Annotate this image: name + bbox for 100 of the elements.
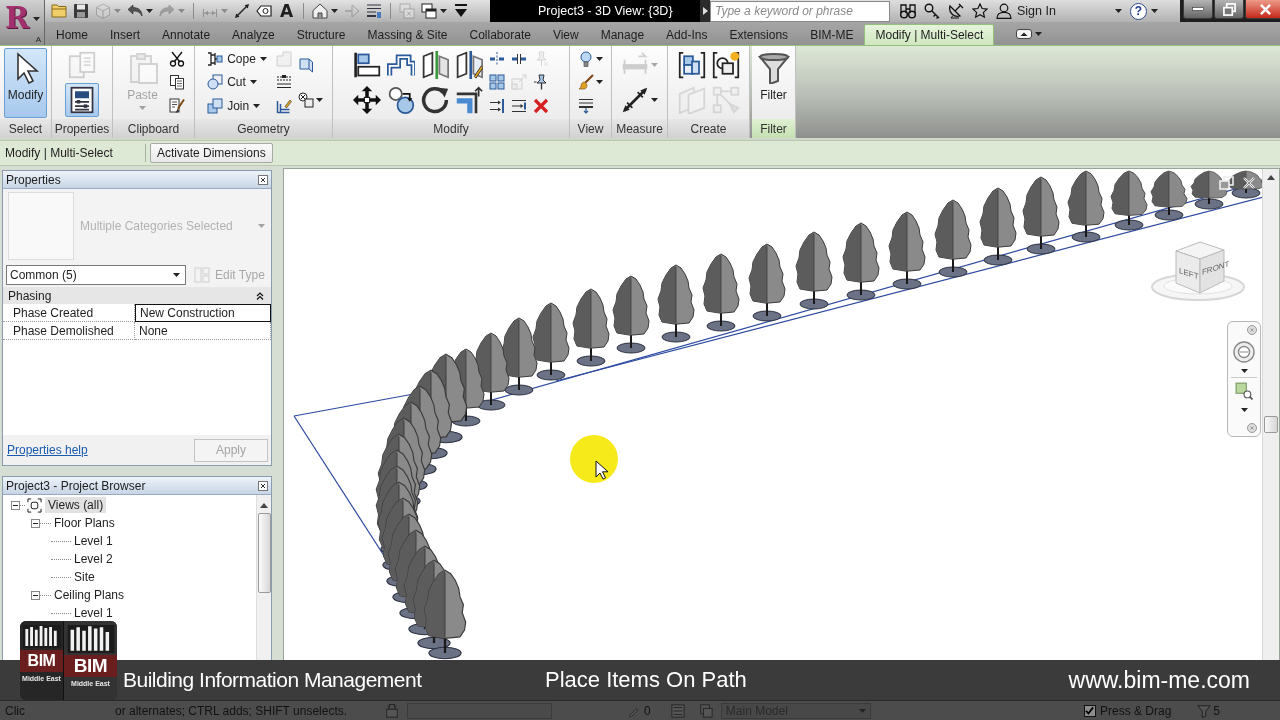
mirror-axis-icon[interactable] [421,50,449,79]
ribbon-tab[interactable]: Manage [589,24,656,45]
line-weights-icon[interactable] [578,98,594,115]
copy-icon[interactable] [168,74,185,91]
ribbon-button[interactable]: Join [204,96,264,117]
help-button[interactable]: ? [1130,2,1147,20]
caret-icon[interactable] [651,98,658,103]
vertical-scrollbar[interactable] [1262,169,1279,660]
steering-wheel-icon[interactable] [1233,341,1255,363]
expand-arrow-icon[interactable] [702,7,708,15]
delete-icon[interactable] [533,98,549,115]
application-button[interactable]: R A [0,0,45,45]
dimension-icon[interactable] [621,86,649,115]
ribbon-tab[interactable]: Modify | Multi-Select [864,24,995,45]
tree-item[interactable]: Floor Plans [51,515,118,531]
ribbon-button[interactable]: Cope [204,48,270,69]
ribbon-tab[interactable]: Annotate [151,24,222,45]
search-field[interactable]: Type a keyword or phrase [710,0,890,22]
collapse-box-icon[interactable] [31,590,40,600]
scroll-up-icon[interactable] [260,503,268,508]
star-icon[interactable] [972,3,988,19]
assembly-icon[interactable] [677,50,706,79]
paintbrush-icon[interactable] [578,74,594,91]
tree-item[interactable]: Ceiling Plans [51,587,128,603]
view-close-icon[interactable] [1242,176,1256,190]
caret-icon[interactable] [1240,369,1248,373]
pin-icon[interactable] [533,74,549,91]
collapse-chevrons-icon[interactable] [256,291,264,300]
view-restore-icon[interactable] [1219,176,1234,190]
ribbon-tab[interactable]: Add-Ins [655,24,719,45]
ribbon-tab[interactable]: Structure [285,24,357,45]
move-arrows-icon[interactable] [353,86,381,115]
satellite-dish-icon[interactable] [948,3,964,19]
extend-lines-icon[interactable] [511,98,527,115]
tree-item[interactable]: Level 1 [71,533,116,549]
tree-item[interactable]: Level 1 [71,605,116,621]
mirror-pencil-icon[interactable] [455,50,483,79]
group-header[interactable]: Phasing [8,288,52,303]
circle-button-icon[interactable] [1247,325,1257,335]
tag-icon[interactable] [256,3,272,19]
trim-corner-icon[interactable] [455,86,483,115]
caret-icon[interactable] [596,80,603,85]
group-spark-icon[interactable] [711,50,740,79]
scrollbar-thumb[interactable] [257,513,271,593]
tree-item[interactable]: Site [71,569,98,585]
switch-windows-icon[interactable] [421,3,438,19]
help-link[interactable]: Properties help [7,443,88,457]
thin-lines-icon[interactable] [366,3,383,19]
ribbon-tab[interactable]: Collaborate [458,24,542,45]
sign-in-button[interactable]: Sign In [996,3,1056,19]
split-face-icon[interactable] [275,74,292,91]
house-icon[interactable] [312,3,329,19]
view-cube[interactable]: LEFT FRONT [1151,241,1245,301]
view-cube-face-label[interactable]: FRONT [1202,259,1230,277]
scroll-up-icon[interactable] [1267,175,1275,180]
aligned-dimension-icon[interactable] [234,3,250,19]
caret-icon[interactable] [331,9,339,13]
rotate-icon[interactable] [421,86,449,115]
circle-cube-icon[interactable] [297,92,314,109]
caret-icon[interactable] [146,9,153,13]
collapse-box-icon[interactable] [31,518,40,528]
restore-button[interactable] [1214,0,1244,19]
ribbon-toggle-icon[interactable] [1016,29,1033,39]
ribbon-tab[interactable]: Analyze [221,24,286,45]
collapse-box-icon[interactable] [11,500,20,510]
close-icon[interactable] [258,174,268,185]
ribbon-tab[interactable]: Massing & Site [356,24,459,45]
ribbon-tab[interactable]: Extensions [718,24,800,45]
caret-icon[interactable] [1240,408,1248,412]
property-value[interactable]: New Construction [135,304,271,322]
ribbon-button[interactable]: Modify [3,48,48,118]
tree-item[interactable]: Views (all) [45,497,107,513]
split-element-icon[interactable] [489,50,505,67]
lightbulb-icon[interactable] [578,50,594,67]
close-icon[interactable] [258,480,268,491]
key-icon[interactable] [924,3,940,19]
category-dropdown[interactable]: Common (5) [6,265,186,285]
property-value[interactable]: None [135,322,271,340]
zoom-region-icon[interactable] [1235,382,1253,400]
scissors-icon[interactable] [168,50,185,67]
align-icon[interactable] [353,50,381,79]
text-tool-button[interactable]: A [278,2,296,20]
close-button[interactable] [1245,0,1280,19]
sheet-brush-icon[interactable] [168,98,185,115]
copy-circles-icon[interactable] [387,86,415,115]
folder-icon[interactable] [51,3,67,19]
press-drag-checkbox[interactable] [1083,704,1096,717]
paint-box-icon[interactable] [297,56,314,73]
trim-extend-icon[interactable] [489,98,505,115]
caret-icon[interactable] [1035,32,1043,36]
ribbon-tab[interactable]: View [541,24,590,45]
scrollbar-thumb[interactable] [1264,416,1278,433]
ribbon-button[interactable] [65,83,99,118]
customize-caret-icon[interactable] [453,3,470,19]
vertical-scrollbar[interactable] [256,495,271,660]
caret-icon[interactable] [315,98,323,103]
caret-icon[interactable] [1115,9,1122,13]
circle-button-icon[interactable] [1247,423,1257,433]
caret-icon[interactable] [596,56,603,61]
undo-arrow-icon[interactable] [127,3,143,19]
